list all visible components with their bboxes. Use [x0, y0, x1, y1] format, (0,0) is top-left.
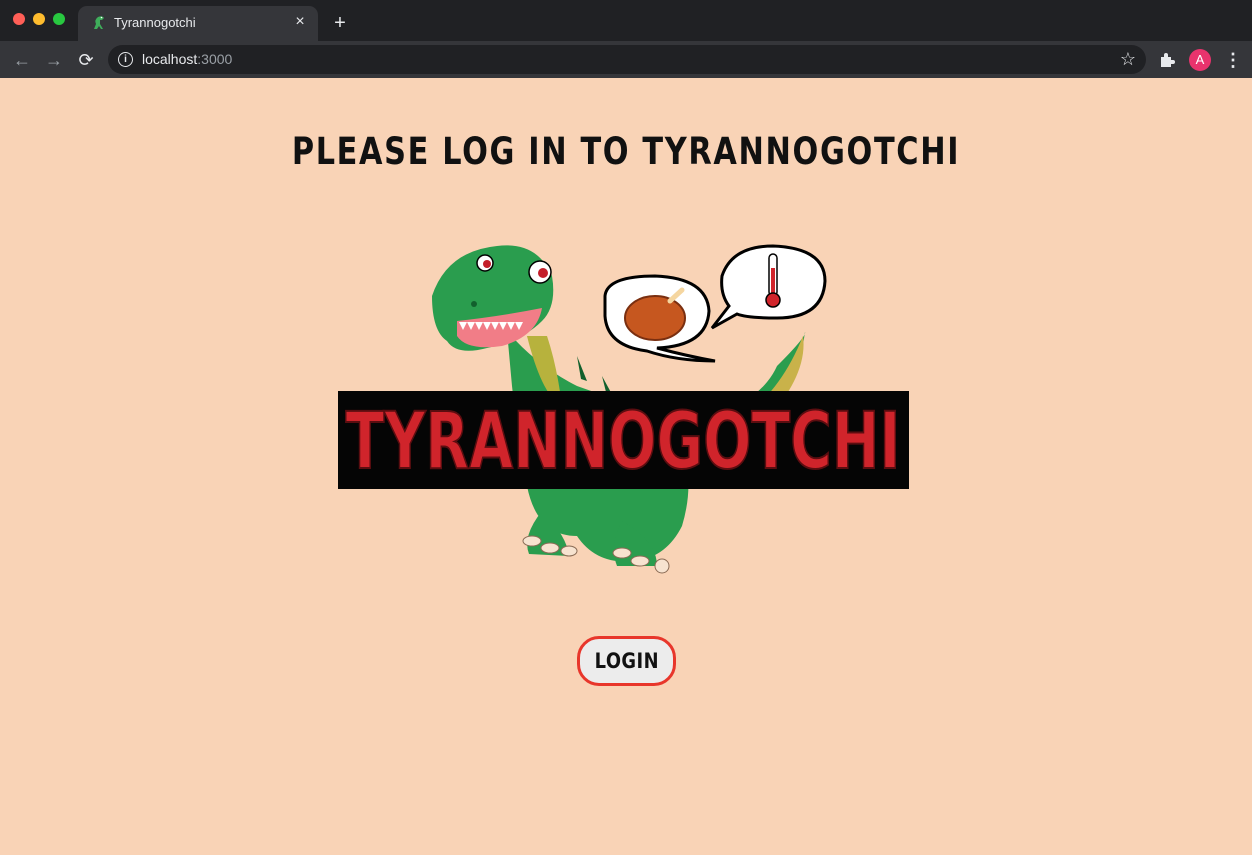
browser-tab[interactable]: Tyrannogotchi ×: [78, 6, 318, 41]
back-arrow-icon[interactable]: ←: [10, 48, 34, 72]
url-text: localhost:3000: [142, 51, 232, 67]
profile-avatar[interactable]: A: [1189, 49, 1211, 71]
address-bar[interactable]: i localhost:3000 ☆: [108, 45, 1146, 74]
browser-title-bar: Tyrannogotchi × +: [0, 0, 1252, 41]
logo-text: TYRANNOGOTCHI: [346, 397, 901, 487]
dinosaur-icon: [94, 16, 104, 29]
window-minimize-button[interactable]: [33, 13, 45, 25]
info-icon[interactable]: i: [118, 52, 133, 67]
window-close-button[interactable]: [13, 13, 25, 25]
window-maximize-button[interactable]: [53, 13, 65, 25]
tab-title: Tyrannogotchi: [114, 15, 196, 30]
browser-toolbar: ← → ⟳ i localhost:3000 ☆ A ⋮: [0, 41, 1252, 78]
forward-arrow-icon[interactable]: →: [42, 48, 66, 72]
url-port: :3000: [197, 51, 233, 67]
extensions-puzzle-icon[interactable]: [1158, 51, 1176, 69]
page-title: PLEASE LOG IN TO TYRANNOGOTCHI: [291, 130, 961, 173]
page-content: PLEASE LOG IN TO TYRANNOGOTCHI TYRANNOGO…: [0, 78, 1252, 855]
login-button[interactable]: LOGIN: [577, 636, 676, 686]
url-host: localhost: [142, 51, 198, 67]
tyrannogotchi-logo: TYRANNOGOTCHI: [338, 244, 909, 574]
tab-close-icon[interactable]: ×: [290, 12, 310, 32]
bookmark-star-icon[interactable]: ☆: [1120, 48, 1136, 70]
new-tab-button[interactable]: +: [329, 12, 351, 34]
reload-icon[interactable]: ⟳: [74, 48, 98, 72]
browser-menu-icon[interactable]: ⋮: [1224, 49, 1242, 71]
login-button-label: LOGIN: [594, 649, 659, 673]
